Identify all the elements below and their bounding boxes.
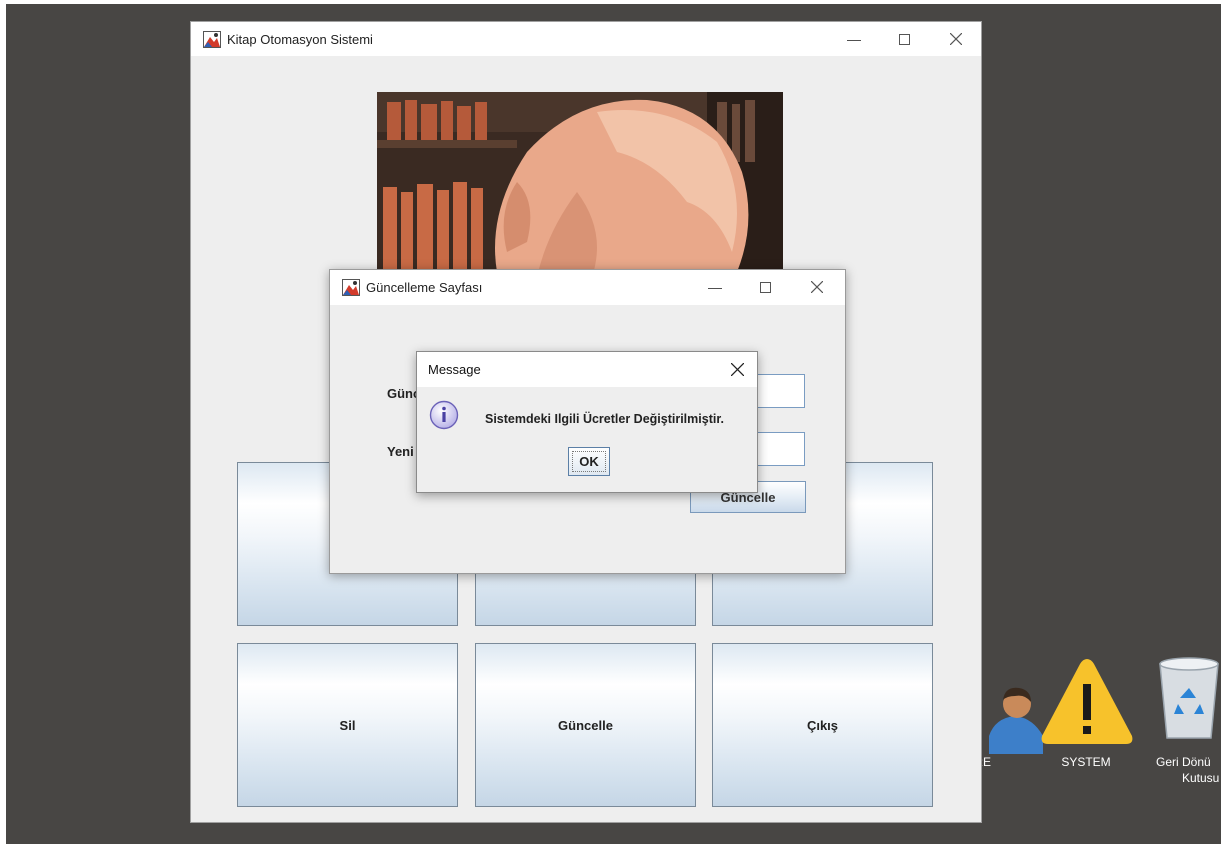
exit-button[interactable]: Çıkış (712, 643, 933, 807)
minimize-button[interactable]: — (831, 22, 877, 56)
close-icon (730, 363, 744, 376)
update-dialog-title: Güncelleme Sayfası (366, 280, 483, 295)
java-app-icon (342, 279, 360, 296)
minimize-icon: — (847, 31, 861, 47)
message-dialog: Message Sistemdeki Ilgili Ücretler Değiş… (416, 351, 758, 493)
main-window-title: Kitap Otomasyon Sistemi (227, 32, 373, 47)
focus-ring (572, 451, 606, 472)
maximize-icon (898, 33, 910, 45)
delete-button[interactable]: Sil (237, 643, 458, 807)
minimize-icon: — (708, 279, 722, 295)
close-button[interactable] (794, 270, 840, 304)
java-app-icon (203, 31, 221, 48)
update-button[interactable]: Güncelle (475, 643, 696, 807)
recycle-bin-icon (1159, 657, 1219, 739)
info-icon (429, 400, 459, 430)
desktop-icon-label: Geri Dönü Kutusu (1156, 755, 1220, 785)
screen-edge-top (0, 0, 1221, 4)
message-text: Sistemdeki Ilgili Ücretler Değiştirilmiş… (485, 412, 724, 426)
close-icon (950, 33, 962, 45)
maximize-button[interactable] (881, 22, 927, 56)
warning-icon (1041, 659, 1133, 744)
update-dialog-titlebar[interactable]: Güncelleme Sayfası — (330, 270, 845, 305)
main-window-titlebar[interactable]: Kitap Otomasyon Sistemi — (191, 22, 981, 56)
minimize-button[interactable]: — (692, 270, 738, 304)
desktop-icon-label: SYSTEM (1061, 755, 1111, 769)
close-button[interactable] (717, 352, 757, 387)
new-price-label: Yeni (387, 444, 414, 459)
close-icon (811, 281, 823, 293)
desktop-icon-system[interactable]: SYSTEM (1036, 652, 1136, 792)
desktop-icon-recycle-bin[interactable]: Geri Dönü Kutusu (1138, 652, 1221, 792)
screen-edge-left (0, 0, 6, 844)
message-dialog-titlebar[interactable]: Message (417, 352, 757, 387)
maximize-icon (759, 281, 771, 293)
close-button[interactable] (933, 22, 979, 56)
ok-button[interactable]: OK (568, 447, 610, 476)
maximize-button[interactable] (742, 270, 788, 304)
message-dialog-title: Message (428, 362, 481, 377)
